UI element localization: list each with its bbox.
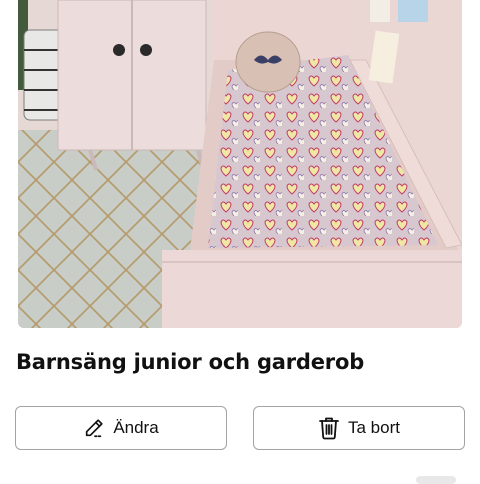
- delete-button-label: Ta bort: [348, 418, 400, 437]
- edit-button[interactable]: Ändra: [15, 406, 227, 450]
- pencil-icon: [83, 417, 105, 439]
- listing-title: Barnsäng junior och garderob: [16, 350, 365, 374]
- scroll-indicator: [416, 476, 456, 484]
- edit-button-label: Ändra: [113, 418, 159, 437]
- delete-button[interactable]: Ta bort: [253, 406, 465, 450]
- listing-photo-image: [18, 0, 462, 328]
- listing-photo[interactable]: [18, 0, 462, 328]
- trash-icon: [318, 416, 340, 440]
